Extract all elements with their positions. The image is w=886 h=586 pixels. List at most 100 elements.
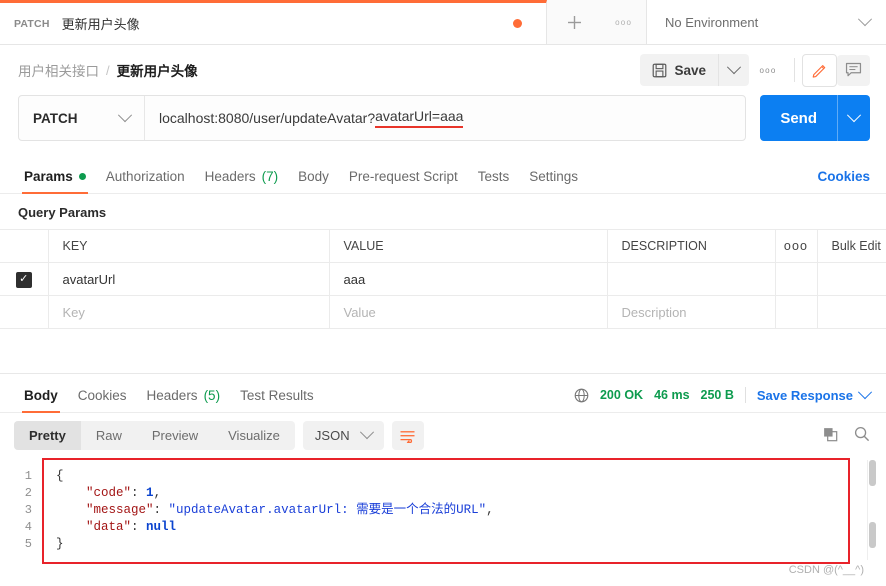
chevron-down-icon bbox=[857, 384, 873, 403]
comments-button[interactable] bbox=[837, 54, 870, 86]
tab-body[interactable]: Body bbox=[288, 169, 339, 193]
code-line: "message": "updateAvatar.avatarUrl: 需要是一… bbox=[56, 502, 838, 519]
new-tab-button[interactable] bbox=[547, 0, 601, 44]
code-token: : bbox=[131, 520, 147, 534]
tab-pre-request-script-label: Pre-request Script bbox=[348, 169, 458, 184]
empty-row-description-input[interactable]: Description bbox=[607, 295, 776, 329]
url-text-highlighted: avatarUrl=aaa bbox=[375, 108, 464, 128]
response-body-viewer: 1 2 3 4 5 { "code": 1, "message": "updateAva… bbox=[0, 458, 886, 564]
row-value-input[interactable]: aaa bbox=[329, 262, 608, 296]
save-response-button[interactable]: Save Response bbox=[756, 384, 873, 403]
empty-row-key-input[interactable]: Key bbox=[48, 295, 330, 329]
params-options-button[interactable]: ooo bbox=[775, 229, 818, 263]
code-token: : bbox=[153, 503, 169, 517]
copy-button[interactable] bbox=[823, 427, 838, 445]
response-viewer-toolbar: Pretty Raw Preview Visualize JSON bbox=[0, 413, 886, 458]
row-checkbox-cell[interactable]: ✓ bbox=[0, 262, 49, 296]
send-dropdown-button[interactable] bbox=[837, 95, 870, 141]
viewer-right-actions bbox=[823, 426, 870, 445]
search-button[interactable] bbox=[854, 426, 870, 445]
save-button[interactable]: Save bbox=[640, 54, 718, 86]
code-line: "code": 1, bbox=[56, 485, 838, 502]
request-more-options-button[interactable]: ooo bbox=[749, 54, 787, 86]
cookies-link[interactable]: Cookies bbox=[817, 169, 870, 193]
request-tabs: Params Authorization Headers (7) Body Pr… bbox=[0, 155, 886, 194]
watermark: CSDN @(^__^) bbox=[788, 564, 864, 576]
http-method-select[interactable]: PATCH bbox=[19, 96, 145, 140]
plus-icon bbox=[567, 15, 581, 29]
meta-divider bbox=[744, 387, 746, 403]
breadcrumb-parent[interactable]: 用户相关接口 bbox=[18, 60, 99, 80]
tab-params[interactable]: Params bbox=[14, 169, 96, 194]
tab-settings[interactable]: Settings bbox=[519, 169, 588, 193]
save-response-label: Save Response bbox=[756, 387, 853, 403]
tab-options-button[interactable]: ooo bbox=[601, 0, 646, 44]
params-present-dot bbox=[78, 173, 86, 180]
viewer-mode-preview[interactable]: Preview bbox=[137, 421, 213, 450]
environment-label: No Environment bbox=[664, 14, 759, 30]
scrollbar-thumb-top[interactable] bbox=[869, 460, 876, 486]
response-status: 200 OK bbox=[599, 388, 644, 402]
globe-icon[interactable] bbox=[574, 388, 589, 403]
response-body-code[interactable]: { "code": 1, "message": "updateAvatar.av… bbox=[42, 458, 850, 564]
response-scrollbar[interactable] bbox=[867, 460, 876, 560]
code-line: } bbox=[56, 536, 838, 553]
viewer-mode-pretty[interactable]: Pretty bbox=[14, 421, 81, 450]
comment-icon bbox=[845, 62, 862, 77]
send-button-group: Send bbox=[760, 95, 870, 141]
response-tab-body[interactable]: Body bbox=[14, 388, 68, 413]
code-token: , bbox=[153, 486, 162, 500]
row-description-input[interactable] bbox=[607, 262, 776, 296]
request-actions: Save ooo bbox=[640, 53, 870, 87]
row-key-input[interactable]: avatarUrl bbox=[48, 262, 330, 296]
send-button[interactable]: Send bbox=[760, 95, 837, 141]
copy-icon bbox=[824, 427, 838, 441]
chevron-down-icon bbox=[726, 59, 742, 78]
save-button-group: Save bbox=[640, 54, 749, 86]
tab-pre-request-script[interactable]: Pre-request Script bbox=[339, 169, 468, 193]
request-tab-title: 更新用户头像 bbox=[61, 17, 140, 32]
pencil-icon bbox=[812, 65, 825, 78]
breadcrumb-current: 更新用户头像 bbox=[116, 64, 198, 79]
url-input[interactable]: localhost:8080/user/updateAvatar? avatarU… bbox=[145, 96, 745, 140]
tab-authorization[interactable]: Authorization bbox=[96, 169, 195, 193]
tab-params-label: Params bbox=[24, 169, 73, 184]
response-tab-headers-count: (5) bbox=[203, 388, 221, 403]
scrollbar-thumb-bottom[interactable] bbox=[869, 522, 876, 548]
empty-row-spacer-bulk bbox=[817, 295, 886, 329]
viewer-mode-raw[interactable]: Raw bbox=[81, 421, 137, 450]
viewer-mode-group: Pretty Raw Preview Visualize bbox=[14, 421, 295, 450]
query-params-table: KEY VALUE DESCRIPTION ooo Bulk Edit ✓ av… bbox=[0, 229, 886, 329]
breadcrumb-row: 用户相关接口 / 更新用户头像 Save ooo bbox=[0, 45, 886, 95]
environment-selector[interactable]: No Environment bbox=[645, 0, 886, 44]
chevron-down-icon bbox=[359, 425, 374, 443]
wrap-lines-button[interactable] bbox=[391, 421, 424, 450]
code-token: } bbox=[56, 537, 64, 551]
response-format-select[interactable]: JSON bbox=[302, 421, 384, 450]
request-tab-active[interactable]: PATCH 更新用户头像 bbox=[0, 0, 547, 44]
row-spacer-options bbox=[775, 262, 818, 296]
table-header-row: KEY VALUE DESCRIPTION ooo Bulk Edit bbox=[0, 229, 886, 263]
response-tab-test-results[interactable]: Test Results bbox=[230, 388, 324, 412]
save-dropdown-button[interactable] bbox=[718, 54, 749, 86]
response-tab-cookies[interactable]: Cookies bbox=[68, 388, 137, 412]
response-tab-cookies-label: Cookies bbox=[77, 388, 127, 403]
row-spacer-bulk bbox=[817, 262, 886, 296]
header-key: KEY bbox=[48, 229, 330, 263]
edit-request-button[interactable] bbox=[802, 53, 837, 87]
checkbox-checked-icon: ✓ bbox=[15, 271, 32, 288]
bulk-edit-button[interactable]: Bulk Edit bbox=[817, 229, 886, 263]
response-tab-headers[interactable]: Headers (5) bbox=[137, 388, 231, 412]
viewer-mode-visualize[interactable]: Visualize bbox=[213, 421, 295, 450]
table-row: ✓ avatarUrl aaa bbox=[0, 262, 886, 296]
tab-headers[interactable]: Headers (7) bbox=[195, 169, 289, 193]
empty-row-checkbox-cell[interactable] bbox=[0, 295, 49, 329]
code-line: { bbox=[56, 468, 838, 485]
header-value: VALUE bbox=[329, 229, 608, 263]
tab-settings-label: Settings bbox=[529, 169, 579, 184]
empty-row-value-input[interactable]: Value bbox=[329, 295, 608, 329]
line-number: 4 bbox=[24, 520, 32, 534]
save-button-label: Save bbox=[674, 62, 706, 78]
tab-tests[interactable]: Tests bbox=[468, 169, 520, 193]
